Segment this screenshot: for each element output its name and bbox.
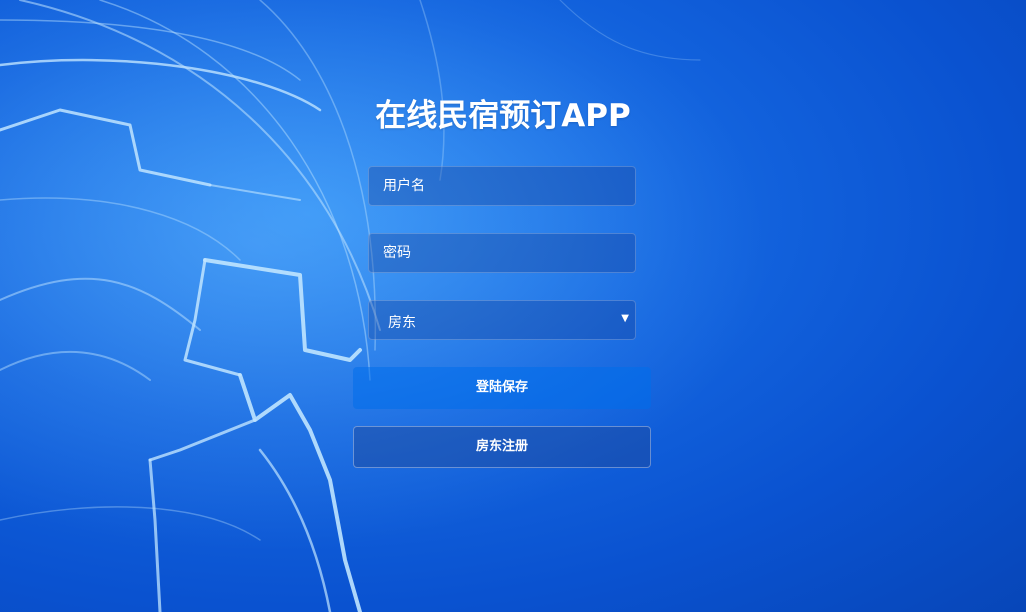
username-input[interactable] — [368, 166, 636, 206]
register-button[interactable]: 房东注册 — [353, 426, 651, 468]
login-button[interactable]: 登陆保存 — [353, 367, 651, 409]
login-page: 在线民宿预订APP 房东 ▼ 登陆保存 房东注册 — [0, 0, 1026, 612]
password-input[interactable] — [368, 233, 636, 273]
role-select[interactable]: 房东 ▼ — [368, 300, 636, 340]
page-title: 在线民宿预订APP — [375, 98, 631, 134]
role-select-value: 房东 — [388, 315, 416, 331]
chevron-down-icon: ▼ — [621, 313, 629, 324]
